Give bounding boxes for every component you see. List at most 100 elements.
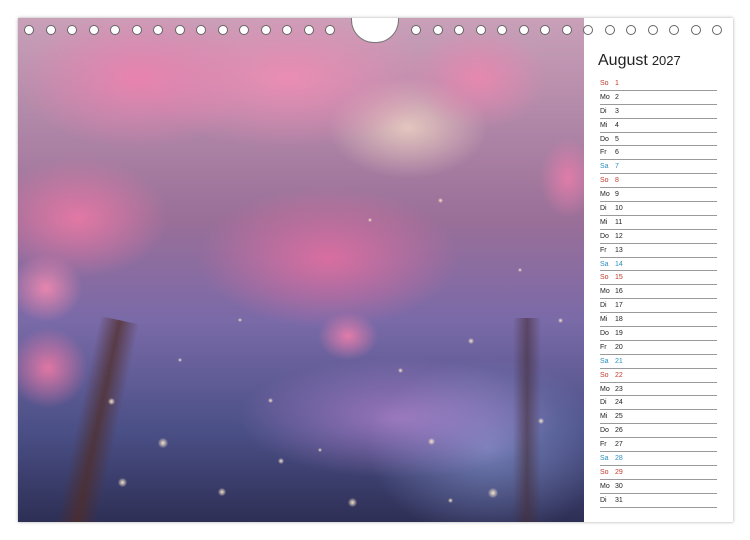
weekday-label: Mo: [600, 482, 610, 490]
tree-trunk: [513, 318, 541, 522]
bokeh-dot: [398, 368, 403, 373]
weekday-label: Do: [600, 427, 609, 435]
binding-hole: [325, 25, 335, 35]
day-row: So 8: [600, 174, 717, 189]
weekday-label: Do: [600, 232, 609, 240]
binding-hole: [153, 25, 163, 35]
bokeh-dot: [488, 488, 498, 498]
bokeh-dot: [238, 318, 242, 322]
bokeh-dot: [268, 398, 273, 403]
binding-hole: [67, 25, 77, 35]
weekday-label: Mo: [600, 288, 610, 296]
day-number: 24: [615, 399, 623, 407]
weekday-label: Di: [600, 496, 607, 504]
binding-hole: [562, 25, 572, 35]
day-number: 25: [615, 413, 623, 421]
day-number: 2: [615, 93, 619, 101]
day-row: Mi 25: [600, 410, 717, 425]
day-number: 18: [615, 316, 623, 324]
day-number: 22: [615, 371, 623, 379]
day-number: 29: [615, 468, 623, 476]
day-number: 8: [615, 177, 619, 185]
bokeh-dot: [438, 198, 443, 203]
weekday-label: Do: [600, 330, 609, 338]
day-row: Mi 11: [600, 216, 717, 230]
day-row: So 22: [600, 369, 717, 383]
binding-hole: [46, 25, 56, 35]
weekday-label: Fr: [600, 343, 607, 351]
binding-hole: [497, 25, 507, 35]
binding-hole: [691, 25, 701, 35]
weekday-label: So: [600, 177, 609, 185]
calendar-sidebar: August 2027 So 1 Mo 2 Di 3 Mi 4 Do 5 Fr 6 Sa 7 So 8 Mo 9 Di…: [584, 18, 733, 522]
binding-hole: [454, 25, 464, 35]
weekday-label: Sa: [600, 357, 609, 365]
day-number: 17: [615, 302, 623, 310]
bokeh-dot: [348, 498, 357, 507]
day-number: 26: [615, 427, 623, 435]
binding-hole: [519, 25, 529, 35]
weekday-label: Di: [600, 205, 607, 213]
month-name: August: [598, 52, 648, 69]
weekday-label: Do: [600, 135, 609, 143]
day-number: 13: [615, 246, 623, 254]
day-row: Sa 21: [600, 355, 717, 369]
day-number: 9: [615, 191, 619, 199]
day-row: Di 31: [600, 494, 717, 508]
day-row: Sa 7: [600, 160, 717, 175]
day-number: 20: [615, 343, 623, 351]
weekday-label: So: [600, 274, 609, 282]
bokeh-dot: [278, 458, 284, 464]
binding-hole: [196, 25, 206, 35]
bokeh-dot: [158, 438, 168, 448]
bokeh-dot: [538, 418, 544, 424]
day-number: 1: [615, 80, 619, 87]
day-number: 16: [615, 288, 623, 296]
day-number: 31: [615, 496, 623, 504]
binding-hole: [583, 25, 593, 35]
day-row: Di 10: [600, 202, 717, 216]
day-row: Fr 27: [600, 438, 717, 453]
day-number: 12: [615, 232, 623, 240]
day-row: Fr 13: [600, 244, 717, 258]
day-number: 27: [615, 441, 623, 449]
binding-hole: [626, 25, 636, 35]
bokeh-dot: [558, 318, 563, 323]
binding-hole: [411, 25, 421, 35]
day-row: Mo 2: [600, 91, 717, 105]
day-number: 15: [615, 274, 623, 282]
binding-hole: [304, 25, 314, 35]
cherry-blossom-photo: [18, 18, 584, 522]
day-row: So 29: [600, 466, 717, 480]
day-row: Do 5: [600, 133, 717, 147]
weekday-label: Mo: [600, 93, 610, 101]
day-number: 7: [615, 163, 619, 171]
weekday-label: Mi: [600, 218, 608, 226]
weekday-label: Mo: [600, 191, 610, 199]
day-number: 14: [615, 260, 623, 268]
bokeh-dot: [108, 398, 115, 405]
bokeh-dot: [468, 338, 474, 344]
day-row: Sa 28: [600, 452, 717, 466]
weekday-label: So: [600, 468, 609, 476]
day-number: 21: [615, 357, 623, 365]
day-row: Mo 30: [600, 480, 717, 494]
bokeh-dot: [428, 438, 435, 445]
binding-hole: [24, 25, 34, 35]
day-number: 5: [615, 135, 619, 143]
weekday-label: Di: [600, 107, 607, 115]
bokeh-dot: [368, 218, 372, 222]
weekday-label: Sa: [600, 455, 609, 463]
day-row: Do 19: [600, 327, 717, 341]
day-row: Di 17: [600, 299, 717, 314]
binding-hole: [132, 25, 142, 35]
weekday-label: Mo: [600, 385, 610, 393]
binding-hole: [282, 25, 292, 35]
binding-hole: [605, 25, 615, 35]
day-number: 3: [615, 107, 619, 115]
bokeh-dot: [318, 448, 322, 452]
day-row: Mo 23: [600, 383, 717, 397]
day-number: 11: [615, 218, 623, 226]
bokeh-dot: [448, 498, 453, 503]
day-row: Fr 20: [600, 341, 717, 355]
